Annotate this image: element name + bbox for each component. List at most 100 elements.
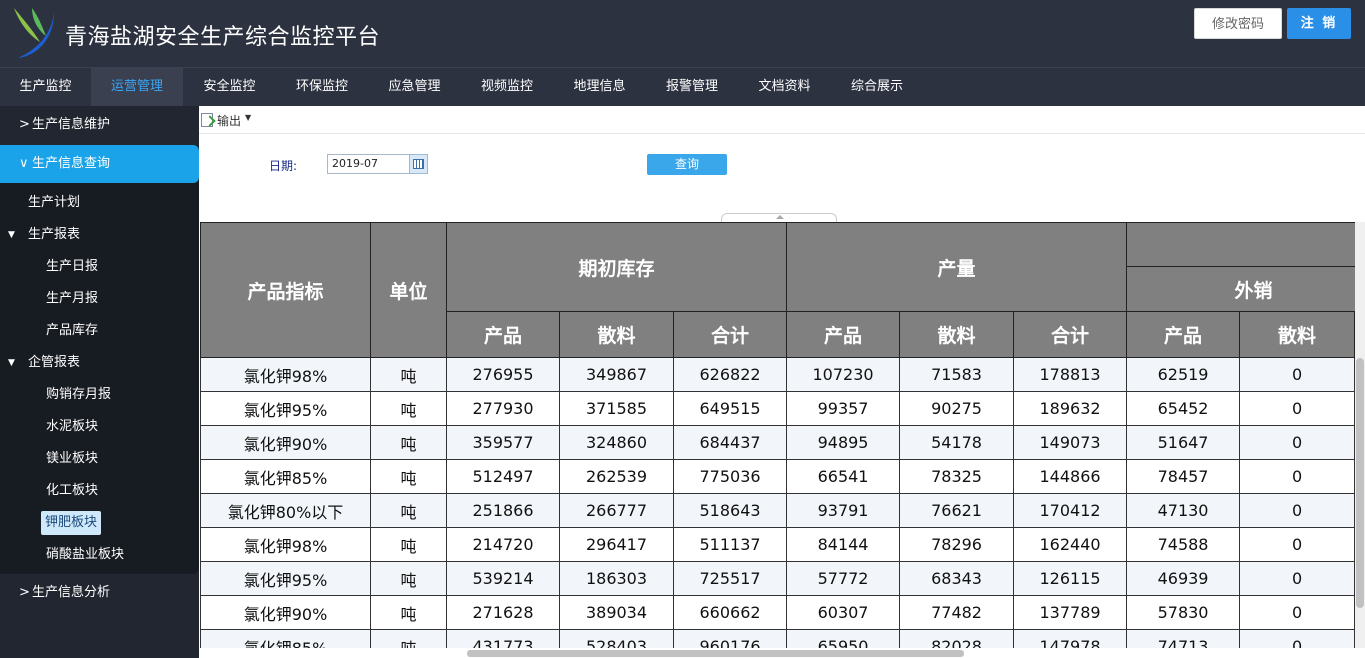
table-cell: 47130 bbox=[1126, 493, 1241, 528]
table-cell: 389034 bbox=[559, 595, 674, 630]
table-cell: 107230 bbox=[786, 357, 901, 392]
table-cell: 吨 bbox=[370, 391, 447, 426]
table-cell: 0 bbox=[1239, 425, 1355, 460]
table-row[interactable]: 氯化钾98% 吨 276955 349867 626822 107230 71583 1788… bbox=[200, 357, 1355, 392]
table-cell: 170412 bbox=[1013, 493, 1128, 528]
table-cell: 54178 bbox=[899, 425, 1015, 460]
table-cell: 149073 bbox=[1013, 425, 1128, 460]
sidebar-item-potash[interactable]: 钾肥板块 bbox=[41, 511, 102, 535]
table-cell: 吨 bbox=[370, 459, 447, 494]
header-sales-group bbox=[1126, 222, 1355, 267]
table-row[interactable]: 氯化钾95% 吨 277930 371585 649515 99357 90275 18963… bbox=[200, 391, 1355, 426]
table-cell: 0 bbox=[1239, 629, 1355, 648]
caret-down-icon[interactable]: ▼ bbox=[8, 230, 15, 240]
table-cell: 57830 bbox=[1126, 595, 1241, 630]
table-row[interactable]: 氯化钾98% 吨 214720 296417 511137 84144 78296 16244… bbox=[200, 527, 1355, 562]
table-cell: 359577 bbox=[446, 425, 560, 460]
sidebar-item-plan[interactable]: 生产计划 bbox=[28, 191, 80, 215]
table-cell: 528403 bbox=[559, 629, 674, 648]
logo-icon bbox=[14, 8, 54, 58]
table-cell: 0 bbox=[1239, 595, 1355, 630]
caret-down-icon[interactable]: ▼ bbox=[245, 113, 251, 122]
table-cell: 氯化钾85% bbox=[200, 459, 371, 494]
horizontal-scrollbar-thumb[interactable] bbox=[467, 650, 964, 657]
nav-item-production-monitoring[interactable]: 生产监控 bbox=[0, 68, 91, 106]
nav-item-documents[interactable]: 文档资料 bbox=[738, 68, 831, 106]
table-cell: 77482 bbox=[899, 595, 1015, 630]
sidebar: > 生产信息维护 ∨ 生产信息查询 生产计划 ▼ 生产报表 生产日报 生产月报 … bbox=[0, 106, 199, 658]
table-cell: 660662 bbox=[672, 595, 788, 630]
table-cell: 吨 bbox=[370, 629, 447, 648]
chevron-right-icon: > bbox=[19, 585, 30, 600]
table-cell: 684437 bbox=[672, 425, 788, 460]
sidebar-item-cement[interactable]: 水泥板块 bbox=[46, 415, 98, 439]
caret-down-icon[interactable]: ▼ bbox=[8, 358, 15, 368]
table-cell: 0 bbox=[1239, 357, 1355, 392]
vertical-scrollbar[interactable] bbox=[1355, 222, 1365, 648]
header-unit: 单位 bbox=[370, 222, 447, 358]
table-cell: 60307 bbox=[786, 595, 901, 630]
sidebar-item-nitrate[interactable]: 硝酸盐业板块 bbox=[46, 543, 124, 567]
logout-button[interactable]: 注 销 bbox=[1287, 8, 1351, 39]
sidebar-item-inventory[interactable]: 产品库存 bbox=[46, 319, 98, 343]
table-cell: 960176 bbox=[672, 629, 788, 648]
table-row[interactable]: 氯化钾85% 吨 431773 528403 960176 65950 82028 14797… bbox=[200, 629, 1355, 648]
nav-item-geo[interactable]: 地理信息 bbox=[553, 68, 646, 106]
export-button[interactable]: 输出 bbox=[217, 112, 241, 129]
table-cell: 68343 bbox=[899, 561, 1015, 596]
report-table: 产品指标 单位 期初库存 产量 外销 产品 散料 合计 产品 散料 合计 产品 bbox=[200, 222, 1355, 648]
table-cell: 90275 bbox=[899, 391, 1015, 426]
nav-item-alarm[interactable]: 报警管理 bbox=[646, 68, 738, 106]
report-table-container: 产品指标 单位 期初库存 产量 外销 产品 散料 合计 产品 散料 合计 产品 bbox=[200, 222, 1355, 648]
sidebar-section-maintenance[interactable]: > 生产信息维护 bbox=[0, 106, 199, 144]
table-row[interactable]: 氯化钾80%以下吨 251866 266777 518643 93791 76621 170… bbox=[200, 493, 1355, 528]
calendar-icon[interactable] bbox=[409, 154, 428, 174]
nav-item-emergency[interactable]: 应急管理 bbox=[368, 68, 461, 106]
table-cell: 349867 bbox=[559, 357, 674, 392]
table-cell: 0 bbox=[1239, 527, 1355, 562]
query-button[interactable]: 查询 bbox=[647, 154, 727, 175]
table-row[interactable]: 氯化钾95% 吨 539214 186303 725517 57772 68343 12611… bbox=[200, 561, 1355, 596]
table-cell: 649515 bbox=[672, 391, 788, 426]
export-icon[interactable] bbox=[201, 113, 213, 127]
header-output: 产量 bbox=[786, 222, 1128, 312]
nav-item-dashboard[interactable]: 综合展示 bbox=[831, 68, 923, 106]
table-cell: 84144 bbox=[786, 527, 901, 562]
table-row[interactable]: 氯化钾85% 吨 512497 262539 775036 66541 78325 14486… bbox=[200, 459, 1355, 494]
table-cell: 82028 bbox=[899, 629, 1015, 648]
header-bulk: 散料 bbox=[899, 311, 1015, 358]
header-indicator: 产品指标 bbox=[200, 222, 371, 358]
change-password-button[interactable]: 修改密码 bbox=[1194, 8, 1282, 39]
nav-item-environment[interactable]: 环保监控 bbox=[276, 68, 368, 106]
sidebar-item-monthly[interactable]: 生产月报 bbox=[46, 287, 98, 311]
table-cell: 178813 bbox=[1013, 357, 1128, 392]
sidebar-item-magnesium[interactable]: 镁业板块 bbox=[46, 447, 98, 471]
table-cell: 725517 bbox=[672, 561, 788, 596]
nav-item-video[interactable]: 视频监控 bbox=[461, 68, 553, 106]
nav-item-operations[interactable]: 运营管理 bbox=[91, 68, 183, 106]
sidebar-section-analysis[interactable]: > 生产信息分析 bbox=[0, 574, 199, 612]
table-cell: 137789 bbox=[1013, 595, 1128, 630]
table-cell: 277930 bbox=[446, 391, 560, 426]
table-row[interactable]: 氯化钾90% 吨 271628 389034 660662 60307 77482 13778… bbox=[200, 595, 1355, 630]
table-cell: 46939 bbox=[1126, 561, 1241, 596]
nav-item-safety[interactable]: 安全监控 bbox=[183, 68, 276, 106]
table-row[interactable]: 氯化钾90% 吨 359577 324860 684437 94895 54178 14907… bbox=[200, 425, 1355, 460]
table-cell: 296417 bbox=[559, 527, 674, 562]
table-cell: 0 bbox=[1239, 561, 1355, 596]
sidebar-item-reports[interactable]: 生产报表 bbox=[28, 223, 80, 247]
table-cell: 126115 bbox=[1013, 561, 1128, 596]
sidebar-item-enterprise[interactable]: 企管报表 bbox=[28, 351, 80, 375]
toolbar: 输出 ▼ bbox=[199, 106, 1365, 134]
table-cell: 93791 bbox=[786, 493, 901, 528]
vertical-scrollbar-thumb[interactable] bbox=[1356, 358, 1364, 608]
date-label: 日期: bbox=[269, 159, 298, 173]
table-cell: 氯化钾98% bbox=[200, 357, 371, 392]
sidebar-section-query[interactable]: ∨ 生产信息查询 bbox=[0, 145, 199, 183]
table-cell: 65950 bbox=[786, 629, 901, 648]
table-cell: 78296 bbox=[899, 527, 1015, 562]
sidebar-item-daily[interactable]: 生产日报 bbox=[46, 255, 98, 279]
sidebar-item-chemical[interactable]: 化工板块 bbox=[46, 479, 98, 503]
header-total: 合计 bbox=[672, 311, 788, 358]
sidebar-item-purchase[interactable]: 购销存月报 bbox=[46, 383, 111, 407]
